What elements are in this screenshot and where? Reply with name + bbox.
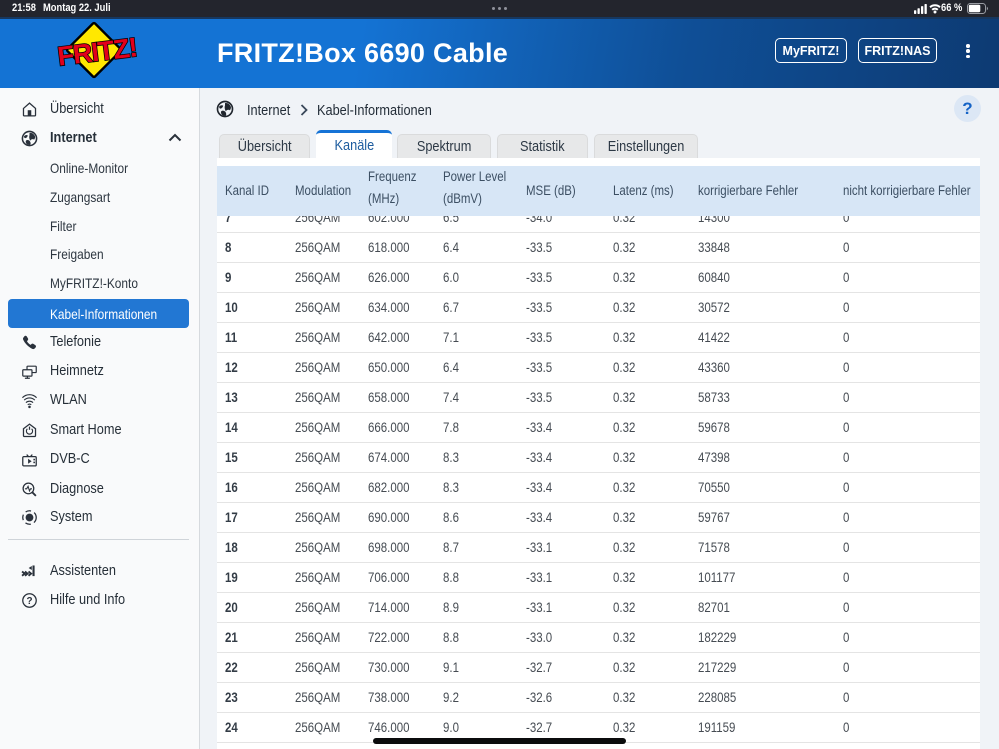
svg-text:?: ? [26,596,32,607]
svg-text:FRITZ!: FRITZ! [56,32,139,71]
